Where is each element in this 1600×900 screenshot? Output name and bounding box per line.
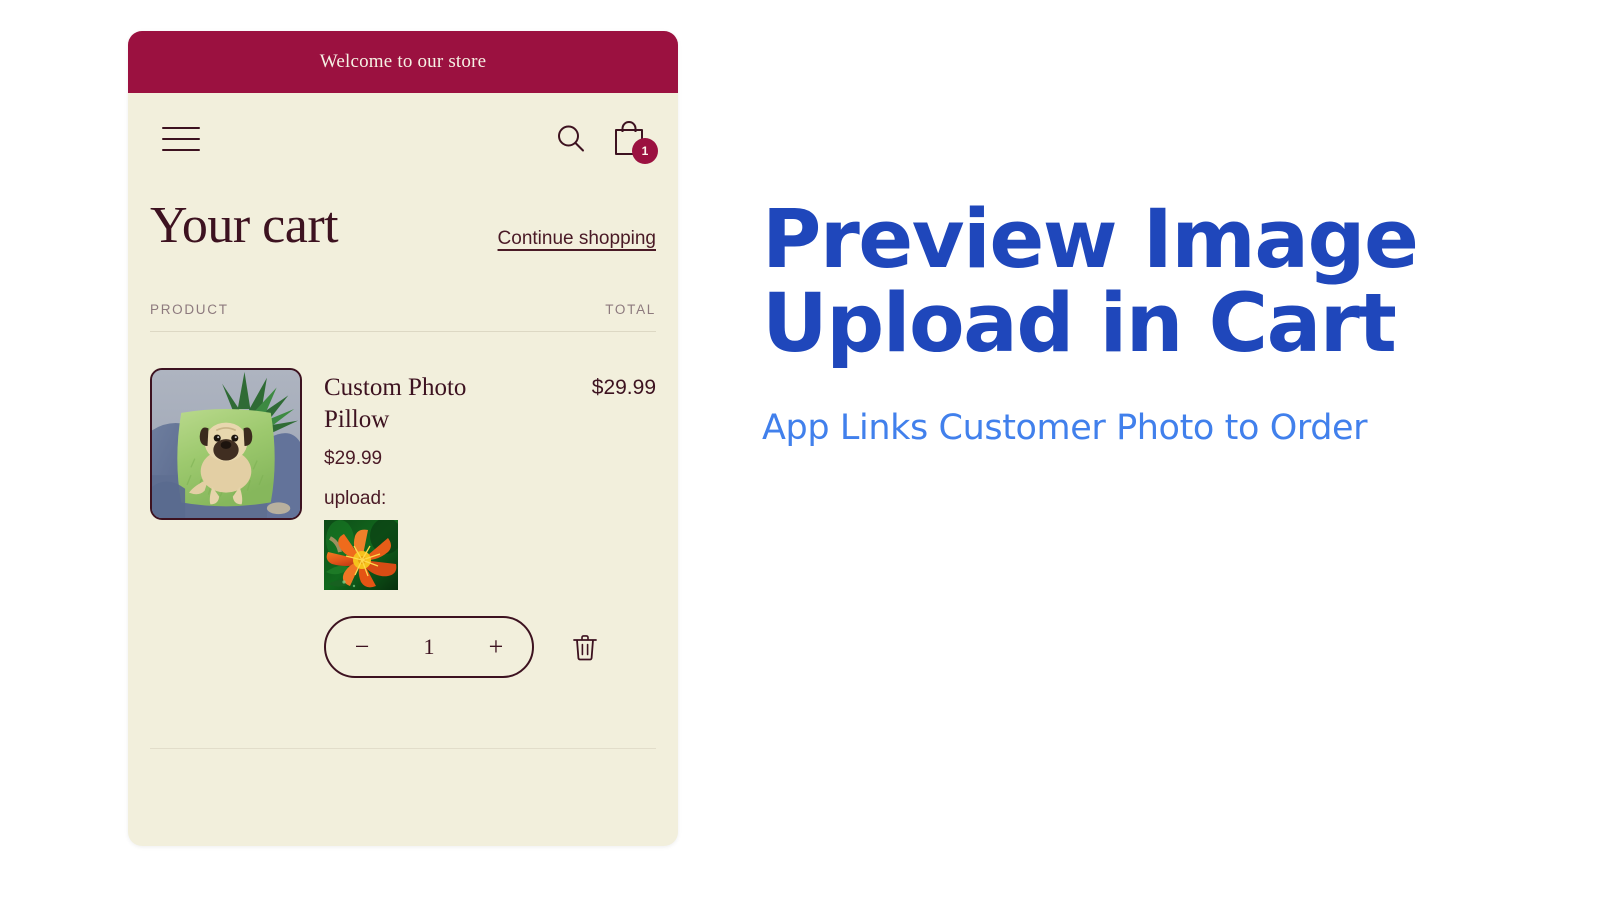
promo-subtitle: App Links Customer Photo to Order <box>762 408 1368 449</box>
quantity-decrease-button[interactable]: − <box>350 633 374 660</box>
cart-table-header: PRODUCT TOTAL <box>150 302 656 332</box>
product-image[interactable] <box>150 367 302 520</box>
announcement-bar: Welcome to our store <box>128 31 678 93</box>
promo-title-line-2: Upload in Cart <box>762 277 1397 372</box>
quantity-value[interactable]: 1 <box>424 634 435 660</box>
quantity-stepper[interactable]: − 1 + <box>324 615 534 678</box>
cart-title-row: Your cart Continue shopping <box>150 185 656 254</box>
cart-button[interactable]: 1 <box>610 118 658 164</box>
promo-title: Preview Image Upload in Cart <box>762 193 1522 372</box>
product-name[interactable]: Custom Photo Pillow <box>324 372 524 436</box>
uploaded-image-preview[interactable] <box>324 519 398 590</box>
promo-panel: Preview Image Upload in Cart App Links C… <box>762 193 1522 449</box>
store-header: 1 <box>128 93 678 185</box>
daylily-photo <box>324 519 398 590</box>
remove-item-button[interactable] <box>572 633 598 661</box>
item-info: Custom Photo Pillow $29.99 upload: <box>324 368 570 590</box>
page-title: Your cart <box>150 197 339 254</box>
quantity-row: − 1 + <box>150 615 656 678</box>
search-button[interactable] <box>554 122 588 156</box>
storefront-preview-card: Welcome to our store 1 Your cart Continu… <box>128 31 678 846</box>
line-item-total: $29.99 <box>591 375 656 399</box>
upload-property-label: upload: <box>324 487 387 509</box>
cart-body: Your cart Continue shopping PRODUCT TOTA… <box>128 185 678 749</box>
announcement-text: Welcome to our store <box>319 51 487 72</box>
hamburger-bar <box>162 127 200 130</box>
hamburger-bar <box>162 137 200 141</box>
promo-title-line-1: Preview Image <box>762 193 1419 287</box>
trash-icon <box>573 634 597 660</box>
product-unit-price: $29.99 <box>324 447 383 469</box>
search-icon <box>558 125 584 152</box>
column-header-total: TOTAL <box>605 301 656 317</box>
quantity-increase-button[interactable]: + <box>484 633 508 660</box>
hamburger-menu-icon[interactable] <box>162 124 200 154</box>
pug-on-pillow-photo <box>152 369 300 518</box>
cart-count-badge: 1 <box>632 138 658 164</box>
cart-line-item: Custom Photo Pillow $29.99 upload: $29.9… <box>150 332 656 590</box>
hamburger-bar <box>162 148 200 151</box>
continue-shopping-link[interactable]: Continue shopping <box>498 228 656 254</box>
screenshot-root: Welcome to our store 1 Your cart Continu… <box>0 0 1600 900</box>
header-actions: 1 <box>554 118 658 164</box>
cart-item-divider <box>150 747 656 749</box>
column-header-product: PRODUCT <box>150 301 229 317</box>
